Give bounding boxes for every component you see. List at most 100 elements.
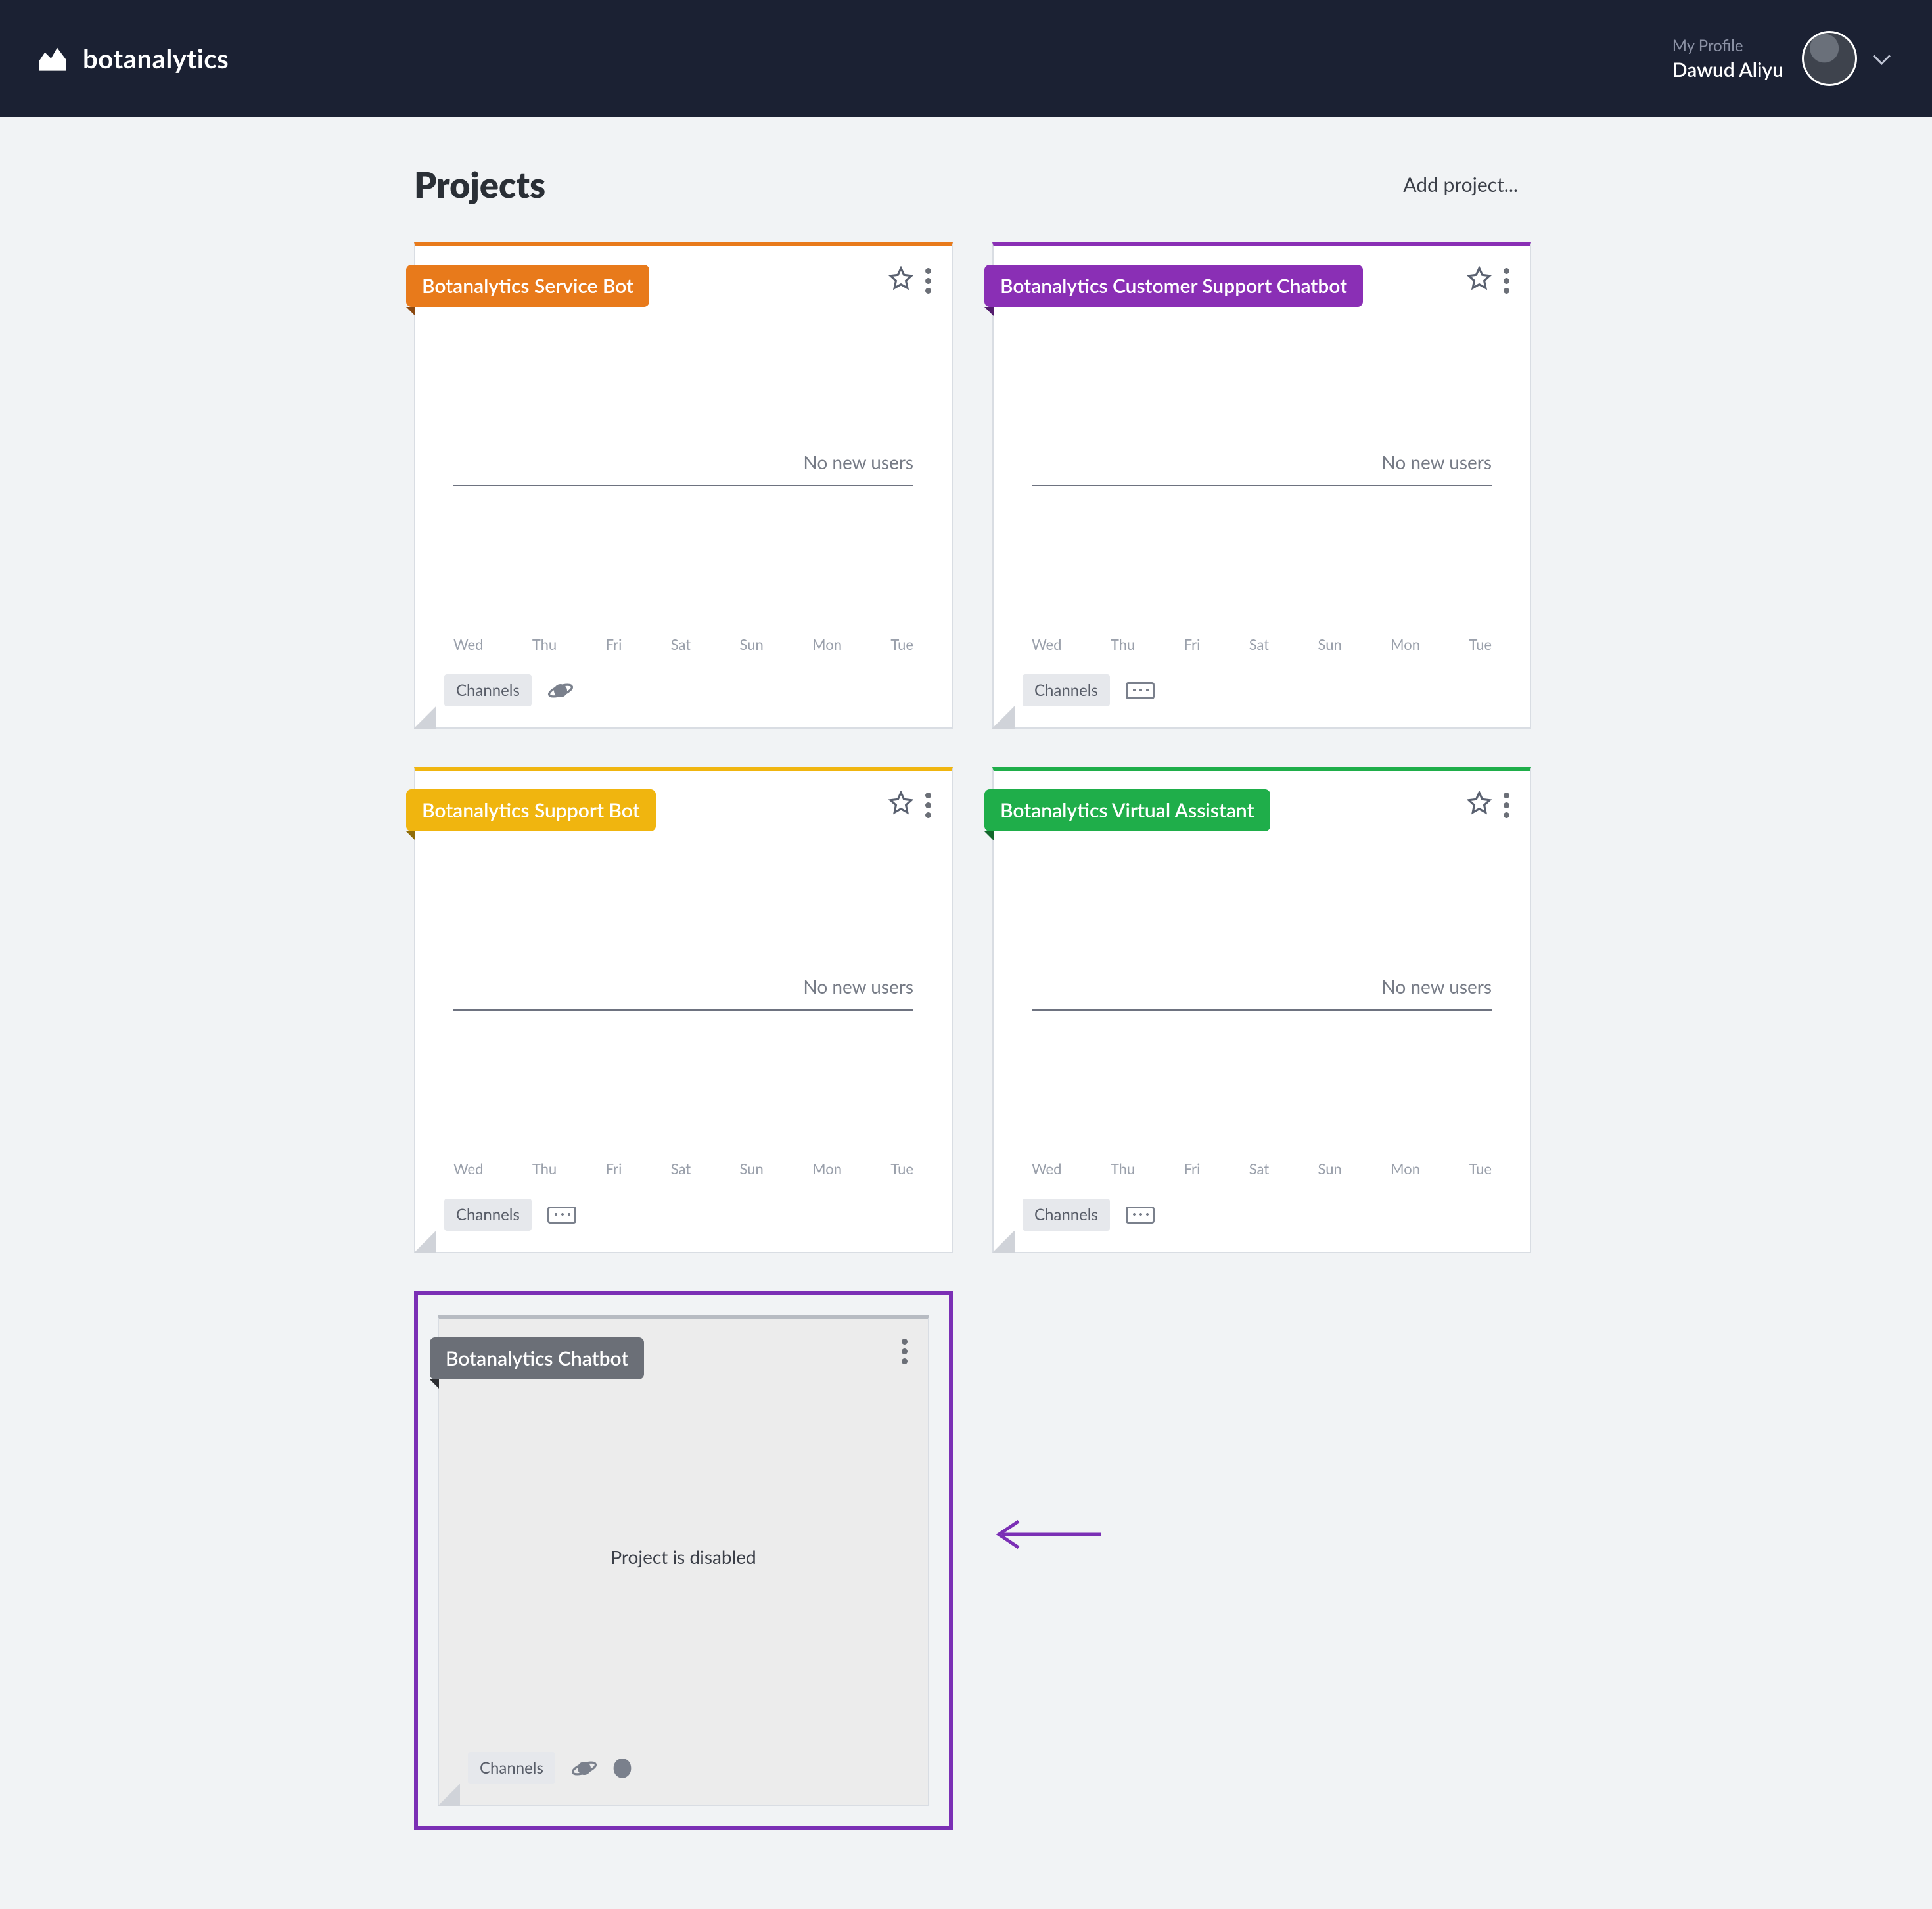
corner-fold-icon: [992, 1231, 1015, 1253]
profile-label: My Profile: [1672, 36, 1783, 55]
channels-chip[interactable]: Channels: [1023, 1199, 1110, 1231]
project-tag: Botanalytics Customer Support Chatbot: [984, 265, 1363, 307]
axis-tick: Thu: [1111, 1160, 1135, 1178]
axis-tick: Fri: [606, 635, 622, 653]
project-name: Botanalytics Virtual Assistant: [1000, 798, 1254, 822]
project-tag: Botanalytics Support Bot: [406, 789, 656, 831]
keyboard-icon: [547, 1207, 576, 1224]
project-card[interactable]: Botanalytics Customer Support Chatbot No…: [992, 242, 1531, 729]
app-header: botanalytics My Profile Dawud Aliyu: [0, 0, 1932, 117]
chart-area: No new users: [1023, 826, 1501, 1160]
bot-icon: [609, 1755, 635, 1782]
page-body: Projects Add project... Botanalytics Ser…: [388, 117, 1544, 1909]
keyboard-icon: [1126, 1207, 1155, 1224]
axis-tick: Fri: [1184, 635, 1201, 653]
chart-axis: Wed Thu Fri Sat Sun Mon Tue: [1032, 1160, 1492, 1185]
annotation-arrow: [992, 1518, 1104, 1551]
channels-chip[interactable]: Channels: [444, 1199, 532, 1231]
kebab-icon[interactable]: [925, 268, 932, 294]
profile-menu[interactable]: My Profile Dawud Aliyu: [1672, 31, 1893, 86]
page-title: Projects: [414, 163, 545, 206]
project-card[interactable]: Botanalytics Support Bot No new users We…: [414, 767, 953, 1253]
planet-icon: [571, 1755, 597, 1782]
axis-tick: Sun: [740, 1160, 764, 1178]
project-tag: Botanalytics Service Bot: [406, 265, 649, 307]
corner-fold-icon: [414, 706, 436, 729]
axis-tick: Mon: [1391, 1160, 1420, 1178]
no-users-label: No new users: [453, 451, 913, 486]
channel-icons: [547, 1207, 576, 1224]
disabled-label: Project is disabled: [610, 1546, 756, 1568]
highlighted-card-frame: Botanalytics Chatbot Project is disabled…: [414, 1291, 953, 1830]
project-name: Botanalytics Service Bot: [422, 274, 633, 298]
brand-text: botanalytics: [83, 43, 229, 74]
channels-chip[interactable]: Channels: [1023, 674, 1110, 706]
no-users-label: No new users: [1032, 451, 1492, 486]
add-project-button[interactable]: Add project...: [1403, 173, 1518, 196]
star-icon[interactable]: [888, 791, 913, 820]
axis-tick: Tue: [1469, 635, 1492, 653]
axis-tick: Sat: [1249, 635, 1269, 653]
axis-tick: Sat: [671, 1160, 691, 1178]
chart-area: No new users: [444, 826, 923, 1160]
kebab-icon[interactable]: [902, 1339, 908, 1364]
no-users-label: No new users: [453, 975, 913, 1011]
project-card[interactable]: Botanalytics Service Bot No new users We…: [414, 242, 953, 729]
axis-tick: Fri: [606, 1160, 622, 1178]
star-icon[interactable]: [1467, 266, 1492, 296]
chart-area: Project is disabled: [468, 1374, 899, 1739]
axis-tick: Thu: [532, 1160, 557, 1178]
axis-tick: Tue: [890, 635, 913, 653]
keyboard-icon: [1126, 682, 1155, 699]
kebab-icon[interactable]: [925, 793, 932, 818]
brand-icon: [34, 40, 71, 77]
channel-icons: [571, 1755, 635, 1782]
chart-axis: WedThuFriSatSunMonTue: [453, 1160, 913, 1185]
channel-icons: [547, 678, 574, 704]
project-name: Botanalytics Customer Support Chatbot: [1000, 274, 1347, 298]
projects-grid: Botanalytics Service Bot No new users We…: [388, 242, 1544, 1830]
card-actions: [888, 266, 932, 296]
axis-tick: Wed: [453, 1160, 483, 1178]
chevron-down-icon[interactable]: [1875, 50, 1893, 67]
project-name: Botanalytics Chatbot: [446, 1346, 628, 1370]
project-card[interactable]: Botanalytics Virtual Assistant No new us…: [992, 767, 1531, 1253]
chart-axis: WedThuFriSatSunMonTue: [1032, 635, 1492, 661]
avatar[interactable]: [1802, 31, 1857, 86]
chart-area: No new users: [444, 302, 923, 635]
axis-tick: Sun: [740, 635, 764, 653]
channels-chip[interactable]: Channels: [444, 674, 532, 706]
card-footer: Channels: [1023, 1199, 1501, 1231]
kebab-icon[interactable]: [1504, 268, 1510, 294]
card-footer: Channels: [1023, 674, 1501, 706]
card-actions: [1467, 791, 1510, 820]
channels-chip[interactable]: Channels: [468, 1752, 555, 1784]
axis-tick: Tue: [1469, 1160, 1492, 1178]
no-users-label: No new users: [1032, 975, 1492, 1011]
axis-tick: Sun: [1318, 635, 1342, 653]
axis-tick: Wed: [453, 635, 483, 653]
brand-logo[interactable]: botanalytics: [34, 40, 229, 77]
card-actions: [1467, 266, 1510, 296]
star-icon[interactable]: [888, 266, 913, 296]
project-card[interactable]: Botanalytics Chatbot Project is disabled…: [438, 1315, 929, 1806]
card-footer: Channels: [468, 1752, 899, 1784]
page-head: Projects Add project...: [388, 163, 1544, 206]
project-tag: Botanalytics Virtual Assistant: [984, 789, 1270, 831]
axis-tick: Mon: [1391, 635, 1420, 653]
kebab-icon[interactable]: [1504, 793, 1510, 818]
profile-name: Dawud Aliyu: [1672, 58, 1783, 81]
profile-text: My Profile Dawud Aliyu: [1672, 36, 1783, 81]
star-icon[interactable]: [1467, 791, 1492, 820]
axis-tick: Fri: [1184, 1160, 1201, 1178]
corner-fold-icon: [414, 1231, 436, 1253]
chart-area: No new users: [1023, 302, 1501, 635]
axis-tick: Wed: [1032, 1160, 1061, 1178]
axis-tick: Mon: [812, 635, 842, 653]
axis-tick: Sat: [671, 635, 691, 653]
chart-axis: Wed Thu Fri Sat Sun Mon Tue: [453, 635, 913, 661]
axis-tick: Thu: [532, 635, 557, 653]
axis-tick: Sat: [1249, 1160, 1269, 1178]
channel-icons: [1126, 1207, 1155, 1224]
axis-tick: Sun: [1318, 1160, 1342, 1178]
